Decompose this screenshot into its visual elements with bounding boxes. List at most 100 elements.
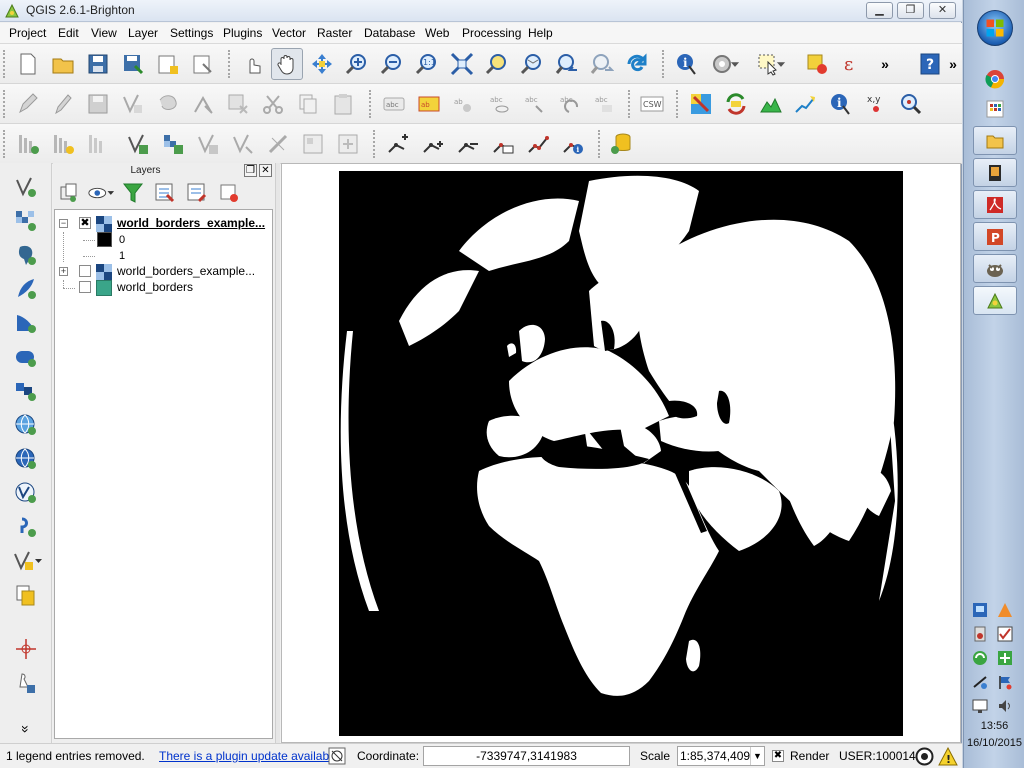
rotate-label-icon[interactable]: abc [553,88,585,120]
pan-map-icon[interactable] [271,48,303,80]
delete-vertex-icon[interactable] [452,128,484,160]
identify-info-icon[interactable]: i [825,88,857,120]
expression-select-icon[interactable]: ε [836,48,868,80]
new-print-composer-icon[interactable] [152,48,184,80]
crs-globe-icon[interactable] [915,747,934,766]
toggle-editing-icon[interactable] [47,88,79,120]
toolbar-grip[interactable] [598,130,601,158]
crs-status[interactable]: USER:100014 [839,749,916,763]
pin-labels-icon[interactable]: ab [448,88,480,120]
add-delimited-text-layer-icon[interactable] [10,511,42,543]
help-contents-icon[interactable]: ? [914,48,946,80]
save-project-icon[interactable] [82,48,114,80]
zoom-in-icon[interactable] [341,48,373,80]
taskbar-chrome[interactable] [973,64,1017,93]
csw-catalog-icon[interactable]: CSW [636,88,668,120]
tray-wifi-icon[interactable] [972,674,988,690]
new-project-icon[interactable] [12,48,44,80]
close-window-button[interactable]: ✕ [929,2,956,19]
menu-settings[interactable]: Settings [170,26,213,40]
profile-tool-icon[interactable] [790,88,822,120]
menu-help[interactable]: Help [528,26,553,40]
add-postgis-layer-icon[interactable] [10,239,42,271]
open-project-icon[interactable] [47,48,79,80]
zoom-last-icon[interactable] [551,48,583,80]
zoom-full-icon[interactable] [446,48,478,80]
menu-processing[interactable]: Processing [462,26,521,40]
add-db2-layer-icon[interactable] [10,375,42,407]
menu-edit[interactable]: Edit [58,26,79,40]
toolbar-grip[interactable] [3,50,6,78]
layer-row[interactable]: world_borders [55,280,272,296]
merge-attributes-icon[interactable] [332,128,364,160]
layer-group-icon[interactable] [12,128,44,160]
close-panel-button[interactable]: ✕ [259,164,272,177]
expand-toggle[interactable]: + [59,267,68,276]
cut-features-icon[interactable] [257,88,289,120]
search-locate-icon[interactable] [895,88,927,120]
add-wfs-layer-icon[interactable] [227,128,259,160]
taskbar-kindle[interactable] [973,158,1017,187]
node-tool-icon[interactable] [187,88,219,120]
add-wms-layer-icon[interactable] [10,409,42,441]
scale-combobox[interactable]: 1:85,374,409 ▼ [677,746,765,766]
tray-device-icon[interactable] [972,626,988,642]
layer-labeling-options-icon[interactable]: abc [378,88,410,120]
merge-features-icon[interactable] [297,128,329,160]
zoom-to-selection-icon[interactable] [481,48,513,80]
new-layer-dropdown-icon[interactable] [10,545,44,577]
clock-time[interactable]: 13:56 [964,720,1024,732]
layer-group-remove-icon[interactable] [82,128,114,160]
taskbar-acrobat[interactable] [973,190,1017,219]
toolbar-overflow-button-2[interactable]: » [944,48,962,80]
coordinate-field[interactable]: -7339747,3141983 [423,746,630,766]
add-vector-layer-icon[interactable] [10,171,42,203]
identify-features-icon[interactable]: i [671,48,703,80]
tray-plus-icon[interactable] [997,650,1013,666]
scale-dropdown-arrow[interactable]: ▼ [750,747,764,765]
menu-project[interactable]: Project [9,26,46,40]
zoom-next-icon[interactable] [586,48,618,80]
save-as-icon[interactable] [117,48,149,80]
vertex-info-icon[interactable]: i [557,128,589,160]
expand-all-icon[interactable] [151,179,179,207]
zoom-to-layer-icon[interactable] [516,48,548,80]
add-wfs-icon[interactable] [10,477,42,509]
toggle-extents-icon[interactable] [328,747,346,765]
touch-zoom-icon[interactable] [237,48,269,80]
coordinate-capture-icon[interactable]: x,y [860,88,892,120]
copy-features-icon[interactable] [292,88,324,120]
zoom-native-resolution-icon[interactable]: 1:1 [411,48,443,80]
taskbar-gimp[interactable] [973,254,1017,283]
remove-layer-icon[interactable] [215,179,243,207]
taskbar-explorer[interactable] [973,126,1017,155]
menu-web[interactable]: Web [425,26,449,40]
tray-sync-icon[interactable] [972,650,988,666]
taskbar-qgis-active[interactable] [973,286,1017,315]
change-label-icon[interactable]: abc [588,88,620,120]
toolbar-grip[interactable] [628,90,631,118]
start-button[interactable] [977,10,1013,46]
pan-to-selection-icon[interactable] [306,48,338,80]
tray-volume-icon[interactable] [997,698,1013,714]
deselect-features-icon[interactable] [801,48,833,80]
add-feature-icon[interactable] [117,88,149,120]
menu-database[interactable]: Database [364,26,415,40]
manage-visibility-icon[interactable] [87,179,115,207]
refresh-icon[interactable] [621,48,653,80]
menu-view[interactable]: View [91,26,117,40]
delete-selected-icon[interactable] [222,88,254,120]
database-manager-icon[interactable] [605,128,637,160]
terrain-analysis-icon[interactable] [755,88,787,120]
toolbar-grip[interactable] [662,50,665,78]
toolbar-grip[interactable] [3,130,6,158]
toolbar-grip[interactable] [3,90,6,118]
toolbar-overflow-button[interactable]: » [876,48,894,80]
layer-group-add-icon[interactable] [47,128,79,160]
menu-plugins[interactable]: Plugins [223,26,262,40]
add-group-icon[interactable] [55,179,83,207]
add-vertex-icon[interactable] [382,128,414,160]
taskbar-powerpoint[interactable]: P [973,222,1017,251]
add-mssql-layer-icon[interactable] [10,307,42,339]
show-hide-labels-icon[interactable]: abc [483,88,515,120]
